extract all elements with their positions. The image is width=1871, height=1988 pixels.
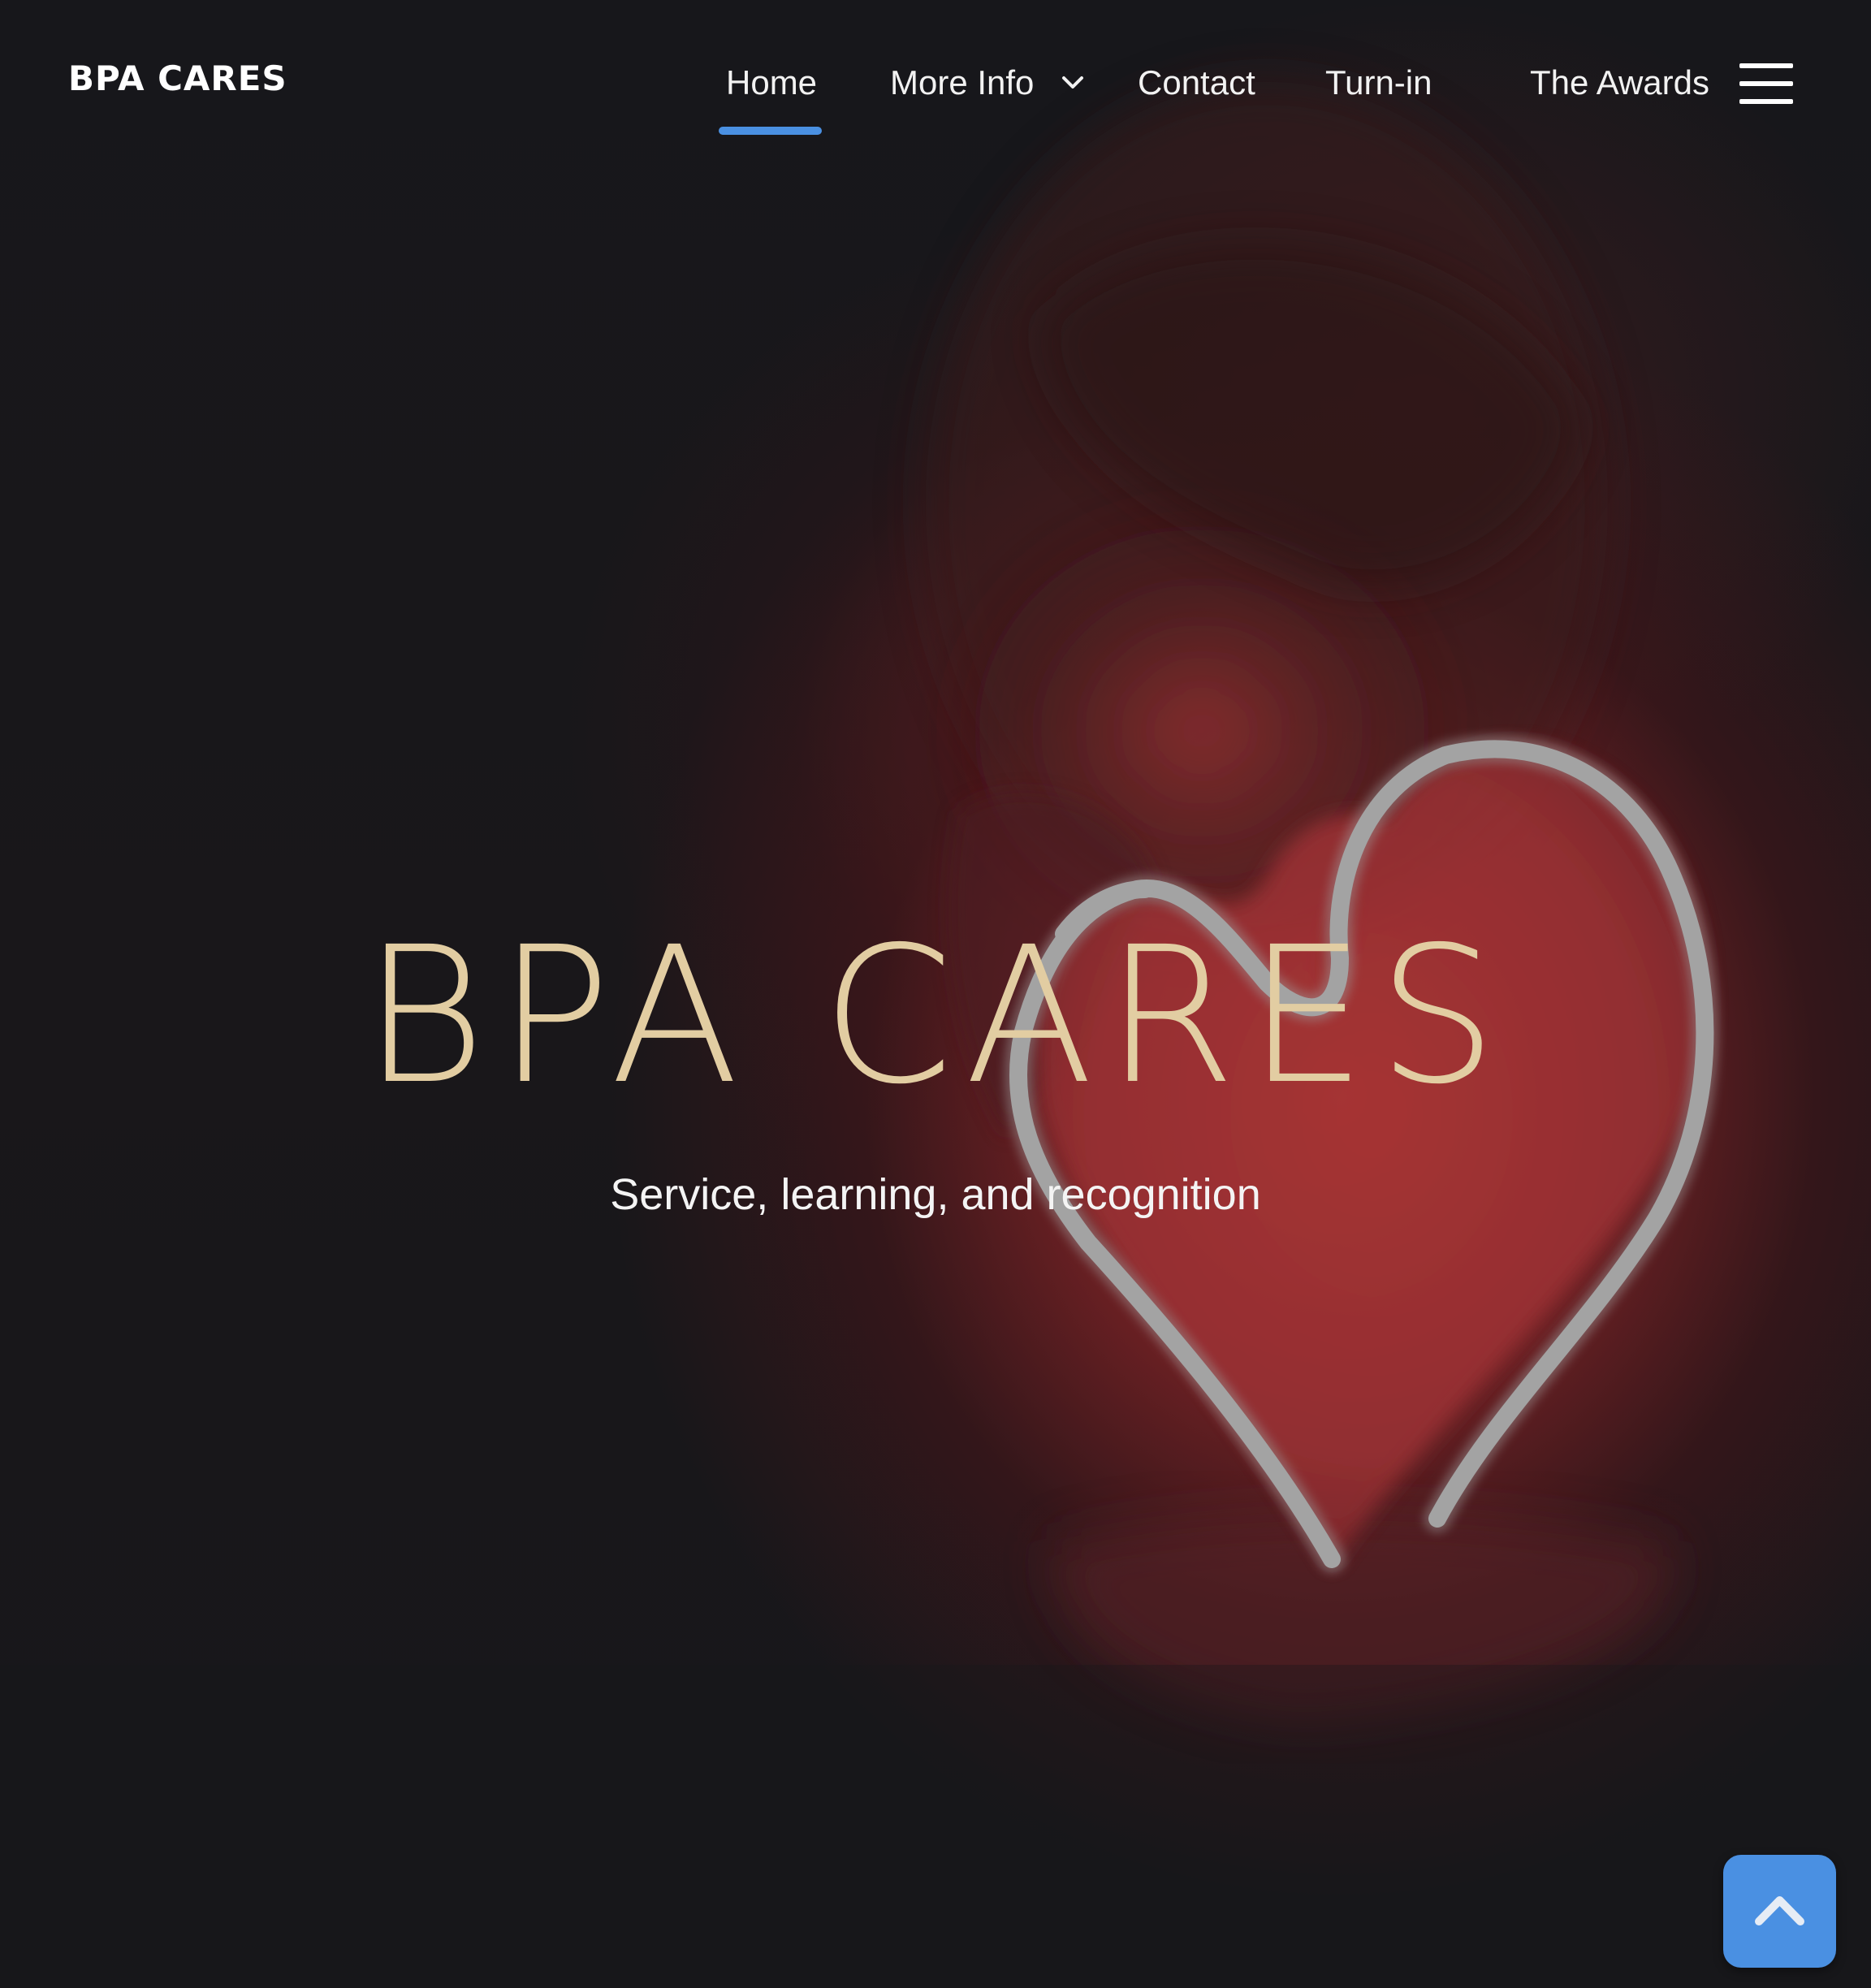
nav-item-more-info[interactable]: More Info (890, 63, 1084, 102)
nav-item-label: More Info (890, 63, 1035, 102)
hamburger-line (1739, 99, 1793, 104)
nav-item-contact[interactable]: Contact (1138, 63, 1255, 102)
nav-item-turn-in[interactable]: Turn-in (1325, 63, 1432, 102)
hamburger-menu-icon[interactable] (1739, 63, 1793, 106)
nav-item-label: Contact (1138, 63, 1255, 102)
chevron-down-icon (1062, 76, 1084, 89)
hamburger-line (1739, 81, 1793, 86)
page: BPA CARES Home More Info Contact Turn-in… (0, 0, 1871, 1988)
hero-subtitle: Service, learning, and recognition (610, 1170, 1261, 1219)
nav-item-label: Home (726, 63, 818, 102)
nav-item-label: The Awards (1530, 63, 1710, 102)
nav-item-home[interactable]: Home (726, 63, 817, 102)
active-nav-indicator (719, 127, 822, 135)
chevron-up-icon (1755, 1896, 1804, 1925)
top-navigation: BPA CARES Home More Info Contact Turn-in… (0, 0, 1871, 171)
nav-item-the-awards[interactable]: The Awards (1530, 63, 1709, 102)
hero-title: BPA CARES (362, 906, 1509, 1126)
hamburger-line (1739, 63, 1793, 68)
back-to-top-button[interactable] (1723, 1855, 1836, 1968)
nav-item-label: Turn-in (1325, 63, 1432, 102)
site-logo[interactable]: BPA CARES (68, 58, 287, 98)
